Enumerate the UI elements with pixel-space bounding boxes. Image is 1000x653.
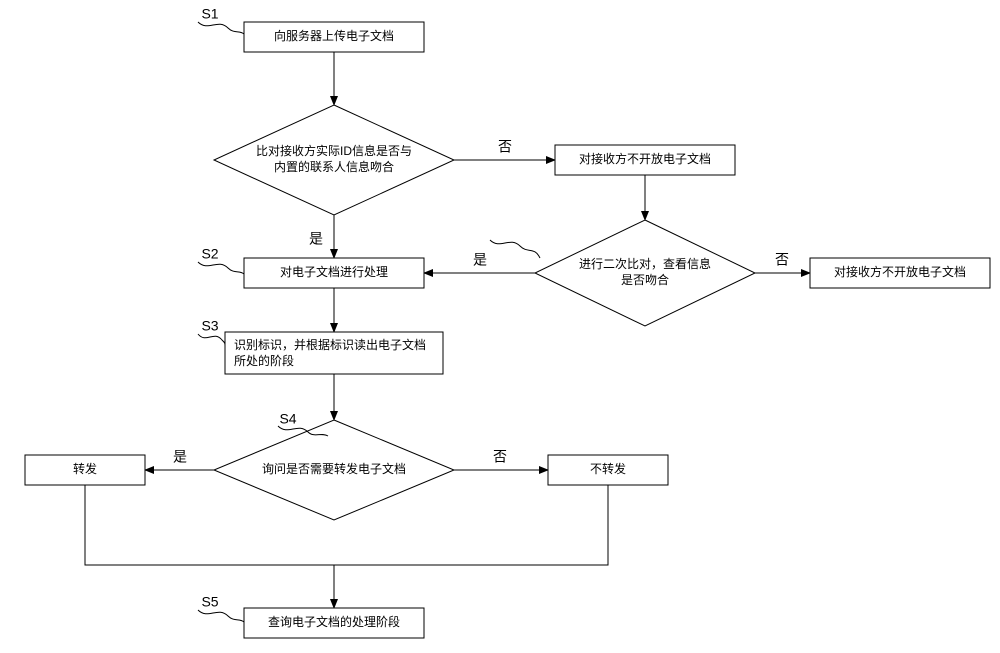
text-d1b: 内置的联系人信息吻合 xyxy=(274,159,394,174)
label-d3-no: 否 xyxy=(493,449,507,465)
text-s5: 查询电子文档的处理阶段 xyxy=(268,614,400,629)
text-d1a: 比对接收方实际ID信息是否与 xyxy=(256,143,412,158)
label-d1-no: 否 xyxy=(498,139,512,155)
text-noopen1: 对接收方不开放电子文档 xyxy=(579,151,711,166)
step-s3: S3 xyxy=(201,318,218,334)
squiggle-s2 xyxy=(198,262,244,274)
text-s3a: 识别标识，并根据标识读出电子文档 xyxy=(234,337,426,352)
text-s3b: 所处的阶段 xyxy=(234,353,294,368)
label-d3-yes: 是 xyxy=(173,449,187,465)
text-noopen2: 对接收方不开放电子文档 xyxy=(834,264,966,279)
squiggle-d2 xyxy=(490,240,540,258)
text-d2b: 是否吻合 xyxy=(621,272,669,287)
text-d2a: 进行二次比对，查看信息 xyxy=(579,256,711,271)
text-d3: 询问是否需要转发电子文档 xyxy=(262,461,406,476)
text-forward: 转发 xyxy=(73,461,97,476)
label-d2-yes: 是 xyxy=(473,252,487,268)
step-s1: S1 xyxy=(201,6,218,22)
text-noforward: 不转发 xyxy=(590,461,626,476)
squiggle-s5 xyxy=(198,610,244,622)
squiggle-s1 xyxy=(198,22,244,34)
squiggle-s3 xyxy=(198,334,225,346)
label-d1-yes: 是 xyxy=(309,231,323,247)
step-s5: S5 xyxy=(201,594,218,610)
flowchart: 向服务器上传电子文档 S1 比对接收方实际ID信息是否与 内置的联系人信息吻合 … xyxy=(0,0,1000,653)
step-s2: S2 xyxy=(201,246,218,262)
label-d2-no: 否 xyxy=(775,252,789,268)
text-s2: 对电子文档进行处理 xyxy=(280,264,388,279)
text-upload: 向服务器上传电子文档 xyxy=(274,28,394,43)
step-s4: S4 xyxy=(279,411,296,427)
